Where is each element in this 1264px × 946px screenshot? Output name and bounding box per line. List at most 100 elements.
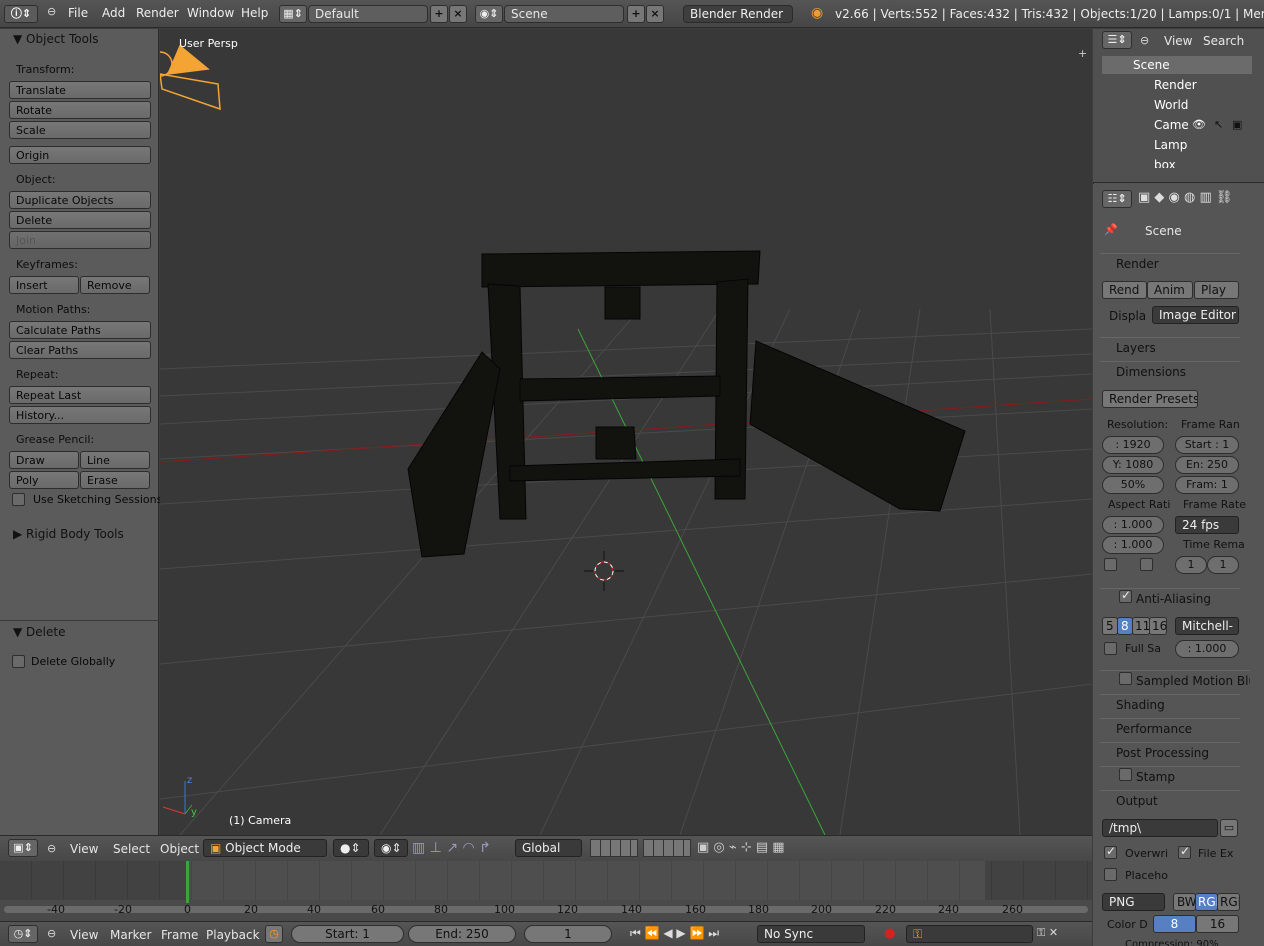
- current-frame-field[interactable]: 1: [524, 925, 612, 943]
- crop-checkbox[interactable]: [1140, 558, 1153, 571]
- outliner-item-lamp[interactable]: Lamp: [1154, 138, 1264, 158]
- render-menu[interactable]: Render: [136, 6, 179, 20]
- use-sketching-checkbox[interactable]: [12, 493, 25, 506]
- remove-scene-icon[interactable]: ×: [646, 5, 664, 23]
- render-camera-icon[interactable]: ▣: [1232, 118, 1242, 131]
- outliner-item-box[interactable]: box: [1154, 158, 1264, 168]
- calculate-paths-button[interactable]: Calculate Paths: [9, 321, 151, 339]
- aspect-y-field[interactable]: : 1.000: [1102, 536, 1164, 554]
- aspect-x-field[interactable]: : 1.000: [1102, 516, 1164, 534]
- current-frame-marker[interactable]: [186, 861, 189, 903]
- filter-selector[interactable]: Mitchell-: [1175, 617, 1239, 635]
- delete-panel-header[interactable]: ▼ Delete: [13, 625, 65, 639]
- layer-buttons[interactable]: [590, 839, 638, 857]
- timeline-playback-menu[interactable]: Playback: [206, 928, 260, 942]
- select-arrow-icon[interactable]: ↖: [1214, 118, 1223, 131]
- delete-globally-checkbox[interactable]: [12, 655, 25, 668]
- overwrite-checkbox[interactable]: [1104, 844, 1117, 859]
- viewport-editor-icon[interactable]: ▣⇕: [8, 839, 38, 857]
- rigid-body-tools-header[interactable]: ▶ Rigid Body Tools: [13, 527, 124, 541]
- remove-layout-icon[interactable]: ×: [449, 5, 467, 23]
- record-icon[interactable]: ●: [884, 926, 895, 941]
- scene-icon[interactable]: ◉⇕: [475, 5, 503, 23]
- viewport-select-menu[interactable]: Select: [113, 842, 150, 856]
- play-button[interactable]: Play: [1194, 281, 1239, 299]
- pin-icon[interactable]: 📌: [1104, 223, 1118, 236]
- rgba-button[interactable]: RGB: [1217, 893, 1240, 911]
- viewport-plus-icon[interactable]: +: [1078, 47, 1087, 60]
- resolution-percent-field[interactable]: 50%: [1102, 476, 1164, 494]
- depth-8-button[interactable]: 8: [1153, 915, 1196, 933]
- end-frame-field[interactable]: End: 250: [408, 925, 516, 943]
- placeholders-checkbox[interactable]: [1104, 868, 1117, 881]
- layers-panel-header[interactable]: Layers: [1100, 337, 1240, 357]
- aa-8-button[interactable]: 8: [1117, 617, 1133, 635]
- repeat-last-button[interactable]: Repeat Last: [9, 386, 151, 404]
- outliner-view-menu[interactable]: View: [1164, 34, 1192, 48]
- time-new-field[interactable]: 1: [1207, 556, 1239, 574]
- file-extensions-checkbox[interactable]: [1178, 844, 1191, 859]
- history-button[interactable]: History...: [9, 406, 151, 424]
- snap-and-render-icons[interactable]: ▣ ◎ ⌁ ⊹ ▤ ▦: [697, 840, 785, 855]
- scene-selector[interactable]: Scene: [504, 5, 624, 23]
- start-frame-field[interactable]: Start: 1: [291, 925, 404, 943]
- visibility-eye-icon[interactable]: 👁: [1192, 118, 1206, 131]
- rotate-button[interactable]: Rotate: [9, 101, 151, 119]
- stamp-checkbox[interactable]: [1119, 768, 1132, 781]
- timeline-view-menu[interactable]: View: [70, 928, 98, 942]
- outliner-editor-icon[interactable]: ☰⇕: [1102, 31, 1132, 49]
- file-format-selector[interactable]: PNG: [1102, 893, 1165, 911]
- outliner-collapse-icon[interactable]: ⊖: [1140, 34, 1149, 47]
- clear-paths-button[interactable]: Clear Paths: [9, 341, 151, 359]
- preview-range-icon[interactable]: ◷: [265, 925, 283, 943]
- remove-keyframe-button[interactable]: Remove: [80, 276, 150, 294]
- help-menu[interactable]: Help: [241, 6, 268, 20]
- shading-selector[interactable]: ●⇕: [333, 839, 369, 857]
- collapse-icon[interactable]: ⊖: [47, 5, 56, 18]
- output-panel-header[interactable]: Output: [1100, 790, 1240, 810]
- aa-16-button[interactable]: 16: [1149, 617, 1167, 635]
- motion-blur-checkbox[interactable]: [1119, 672, 1132, 685]
- outliner-item-render[interactable]: Render: [1154, 78, 1264, 98]
- insert-keyframe-icon[interactable]: ⚿ ✕: [1037, 926, 1058, 940]
- add-scene-icon[interactable]: +: [627, 5, 645, 23]
- aa-11-button[interactable]: 11: [1132, 617, 1150, 635]
- outliner-search-menu[interactable]: Search: [1203, 34, 1244, 48]
- info-editor-icon[interactable]: ⓘ⇕: [4, 5, 38, 23]
- viewport-collapse-icon[interactable]: ⊖: [47, 842, 56, 855]
- poly-button[interactable]: Poly: [9, 471, 79, 489]
- folder-icon[interactable]: ▭: [1220, 819, 1238, 837]
- compression-field[interactable]: Compression: 90%: [1125, 939, 1219, 946]
- outliner-item-world[interactable]: World: [1154, 98, 1264, 118]
- render-presets-menu[interactable]: Render Presets: [1102, 390, 1198, 408]
- duplicate-objects-button[interactable]: Duplicate Objects: [9, 191, 151, 209]
- scale-button[interactable]: Scale: [9, 121, 151, 139]
- object-tools-header[interactable]: ▼ Object Tools: [13, 32, 99, 46]
- outliner-item-camera[interactable]: Camer: [1154, 118, 1188, 138]
- frame-start-field[interactable]: Start : 1: [1175, 436, 1239, 454]
- playback-controls[interactable]: ⏮ ⏪ ◀ ▶ ⏩ ⏭: [630, 926, 719, 941]
- render-image-button[interactable]: Rend: [1102, 281, 1147, 299]
- viewport-object-menu[interactable]: Object: [160, 842, 199, 856]
- manipulator-icons[interactable]: ▥ ⊥ ↗ ◠ ↱: [412, 840, 491, 856]
- join-button[interactable]: Join: [9, 231, 151, 249]
- line-button[interactable]: Line: [80, 451, 150, 469]
- shading-panel-header[interactable]: Shading: [1100, 694, 1240, 714]
- timeline-collapse-icon[interactable]: ⊖: [47, 927, 56, 940]
- render-engine-selector[interactable]: Blender Render: [683, 5, 793, 23]
- layout-selector[interactable]: Default: [308, 5, 428, 23]
- window-menu[interactable]: Window: [187, 6, 234, 20]
- frame-end-field[interactable]: En: 250: [1175, 456, 1239, 474]
- full-sample-checkbox[interactable]: [1104, 642, 1117, 655]
- timeline-editor-icon[interactable]: ◷⇕: [8, 925, 38, 943]
- sync-selector[interactable]: No Sync: [757, 925, 865, 943]
- outliner-item-scene[interactable]: Scene: [1133, 58, 1264, 78]
- frame-step-field[interactable]: Fram: 1: [1175, 476, 1239, 494]
- delete-button[interactable]: Delete: [9, 211, 151, 229]
- resolution-x-field[interactable]: : 1920: [1102, 436, 1164, 454]
- border-checkbox[interactable]: [1104, 558, 1117, 571]
- filter-size-field[interactable]: : 1.000: [1175, 640, 1239, 658]
- origin-button[interactable]: Origin: [9, 146, 151, 164]
- 3d-viewport[interactable]: z y User Persp (1) Camera +: [160, 29, 1092, 835]
- performance-panel-header[interactable]: Performance: [1100, 718, 1240, 738]
